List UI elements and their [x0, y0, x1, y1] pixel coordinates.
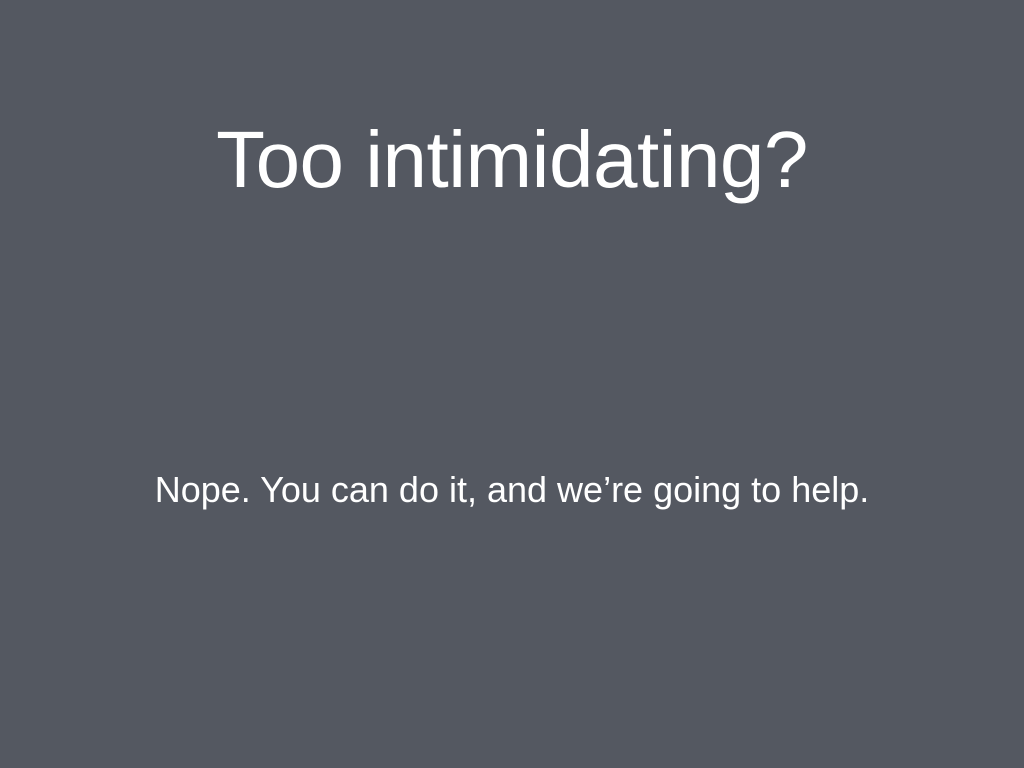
slide-title: Too intimidating?	[216, 114, 808, 204]
slide-body-text: Nope. You can do it, and we’re going to …	[154, 469, 870, 510]
slide-canvas: Too intimidating? Nope. You can do it, a…	[0, 0, 1024, 768]
